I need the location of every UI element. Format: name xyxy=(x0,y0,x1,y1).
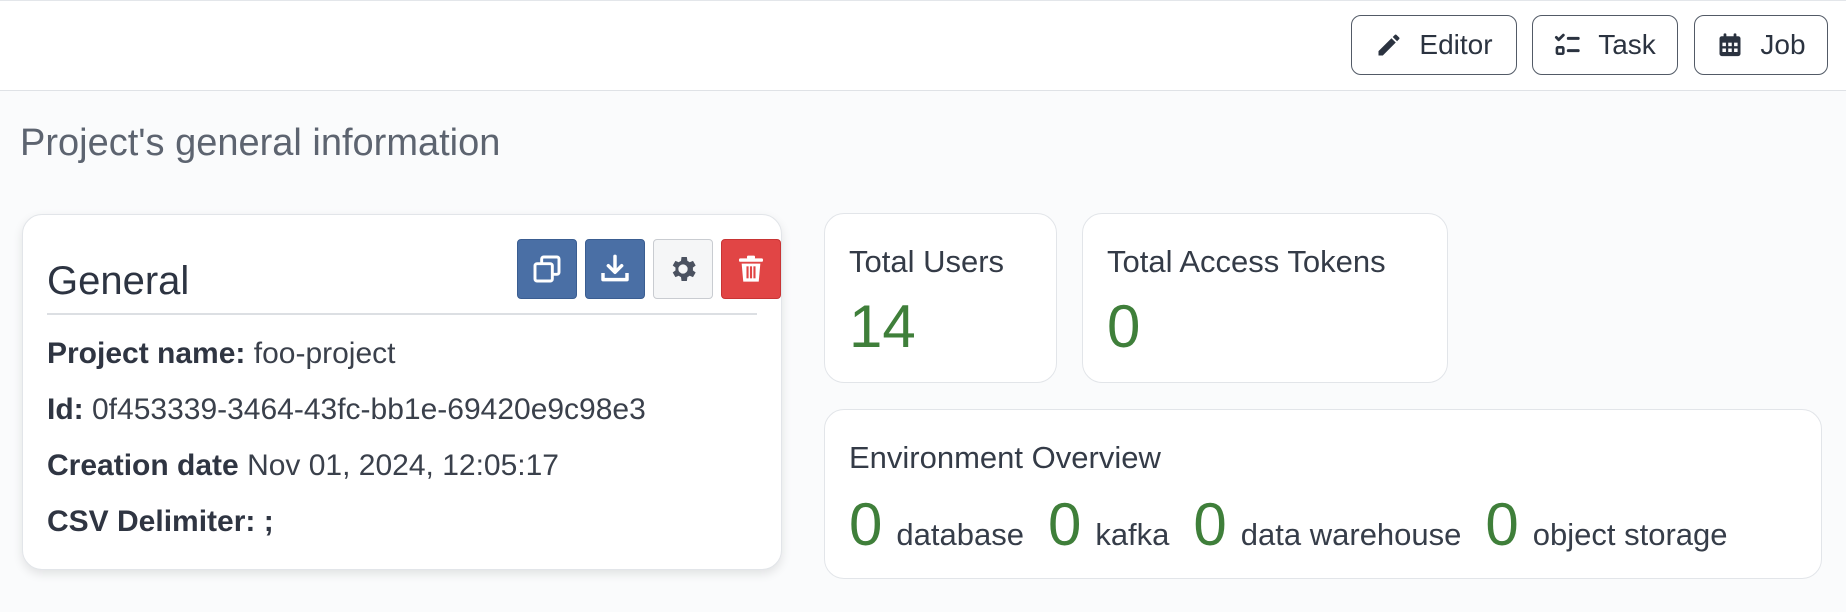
job-label: Job xyxy=(1760,29,1806,60)
task-label: Task xyxy=(1598,29,1656,60)
settings-button[interactable] xyxy=(653,239,713,299)
page-title: Project's general information xyxy=(20,122,501,164)
project-name-row: Project name: foo-project xyxy=(47,337,396,371)
object-storage-count: 0 xyxy=(1485,491,1519,558)
gear-icon xyxy=(672,257,696,281)
total-users-card: Total Users 14 xyxy=(824,213,1057,383)
database-label: database xyxy=(896,517,1024,552)
csv-delimiter-value: ; xyxy=(263,505,274,538)
job-button[interactable]: Job xyxy=(1694,15,1828,75)
download-icon xyxy=(601,254,629,282)
kafka-label: kafka xyxy=(1095,517,1170,552)
csv-delimiter-label: CSV Delimiter: xyxy=(47,505,256,538)
project-id-row: Id: 0f453339-3464-43fc-bb1e-69420e9c98e3 xyxy=(47,393,646,427)
general-card: General Project name: foo-project Id: 0f… xyxy=(22,214,782,570)
project-name-label: Project name: xyxy=(47,337,246,370)
data-warehouse-count: 0 xyxy=(1193,491,1227,558)
download-button[interactable] xyxy=(585,239,645,299)
environment-card: Environment Overview 0 database 0 kafka … xyxy=(824,409,1822,579)
database-count: 0 xyxy=(849,491,883,558)
trash-icon xyxy=(739,255,763,282)
environment-counts: 0 database 0 kafka 0 data warehouse 0 ob… xyxy=(849,490,1752,559)
kafka-count: 0 xyxy=(1047,491,1082,558)
task-button[interactable]: Task xyxy=(1532,15,1678,75)
creation-date-value: Nov 01, 2024, 12:05:17 xyxy=(247,449,559,482)
data-warehouse-label: data warehouse xyxy=(1240,517,1462,552)
copy-button[interactable] xyxy=(517,239,577,299)
creation-date-label: Creation date xyxy=(47,449,239,482)
task-list-icon xyxy=(1555,33,1580,56)
total-tokens-label: Total Access Tokens xyxy=(1107,244,1386,279)
csv-delimiter-row: CSV Delimiter: ; xyxy=(47,505,274,539)
creation-date-row: Creation date Nov 01, 2024, 12:05:17 xyxy=(47,449,559,483)
general-card-header: General xyxy=(47,239,781,315)
editor-button[interactable]: Editor xyxy=(1351,15,1517,75)
project-id-label: Id: xyxy=(47,393,84,426)
copy-icon xyxy=(533,255,561,283)
delete-button[interactable] xyxy=(721,239,781,299)
top-toolbar: Editor Task Job xyxy=(0,0,1846,91)
total-users-label: Total Users xyxy=(849,244,1005,279)
project-name-value: foo-project xyxy=(253,337,396,370)
calendar-icon xyxy=(1719,33,1741,57)
total-users-value: 14 xyxy=(849,293,916,360)
total-tokens-card: Total Access Tokens 0 xyxy=(1082,213,1448,383)
pencil-icon xyxy=(1378,34,1400,56)
project-id-value: 0f453339-3464-43fc-bb1e-69420e9c98e3 xyxy=(92,393,646,426)
environment-title: Environment Overview xyxy=(849,440,1161,475)
editor-label: Editor xyxy=(1419,29,1493,60)
total-tokens-value: 0 xyxy=(1107,293,1141,360)
object-storage-label: object storage xyxy=(1532,517,1728,552)
general-title: General xyxy=(47,259,190,303)
